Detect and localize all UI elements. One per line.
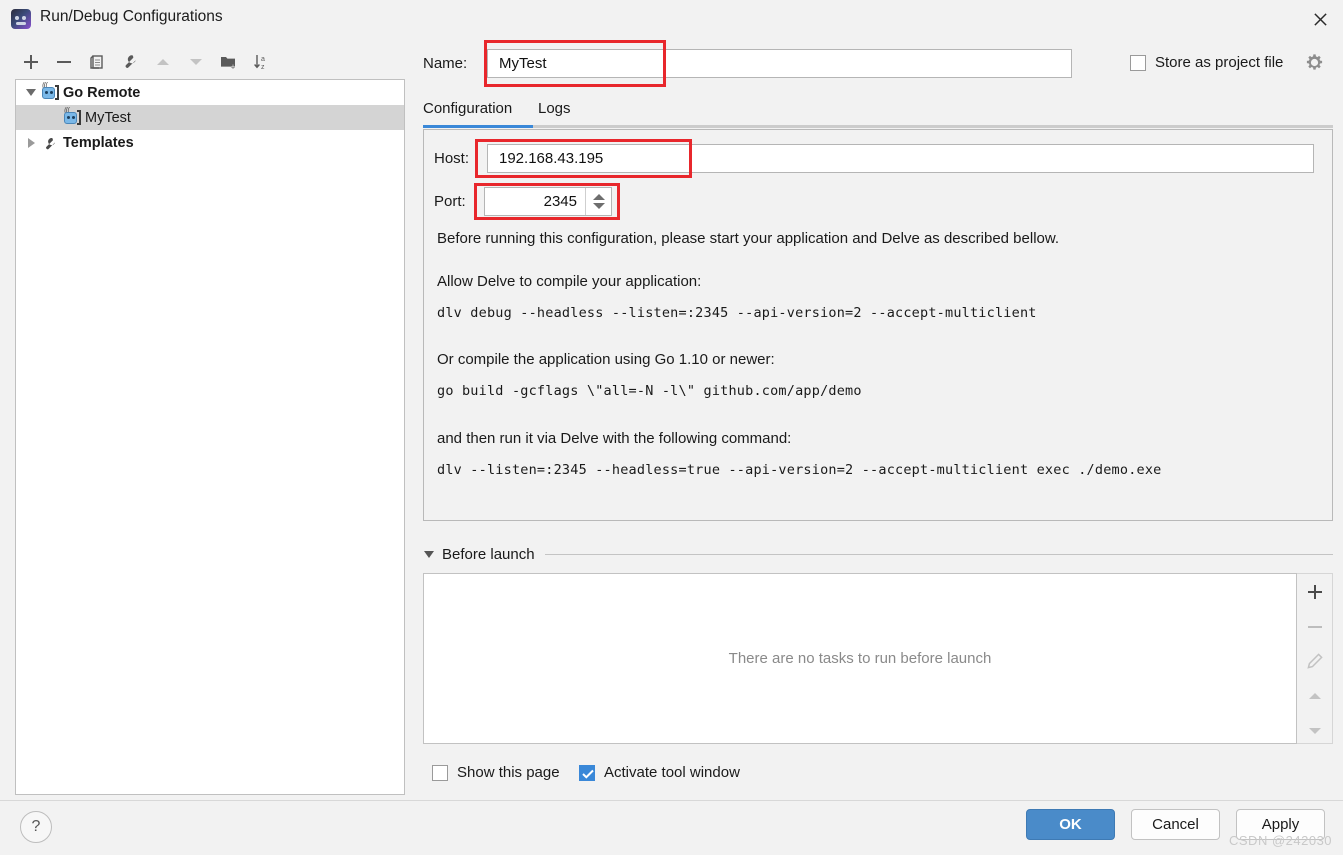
tree-item-label: Templates [63, 134, 134, 151]
before-launch-empty-message: There are no tasks to run before launch [728, 650, 992, 667]
expand-toggle-go-remote[interactable] [22, 80, 40, 105]
section3-title: and then run it via Delve with the follo… [437, 430, 792, 447]
ok-button[interactable]: OK [1026, 809, 1115, 840]
edit-task-button[interactable] [1300, 650, 1330, 674]
before-launch-title: Before launch [442, 546, 535, 563]
tab-bar-rule [533, 125, 1333, 128]
edit-templates-button[interactable] [113, 47, 146, 77]
wrench-icon [40, 133, 60, 153]
new-folder-button[interactable] [212, 47, 245, 77]
tab-bar: Configuration Logs [423, 100, 1333, 128]
go-remote-icon: ((( [40, 81, 60, 103]
gear-dropdown-icon[interactable] [1305, 53, 1324, 77]
before-launch-rule [544, 554, 1333, 555]
goland-icon [11, 9, 31, 29]
tree-item-templates[interactable]: Templates [16, 130, 404, 155]
before-launch-task-list[interactable]: There are no tasks to run before launch [423, 573, 1297, 744]
section1-title: Allow Delve to compile your application: [437, 273, 702, 290]
run-debug-configurations-dialog: Run/Debug Configurations a z (((Go Remo… [0, 0, 1343, 855]
activate-tool-window-label: Activate tool window [604, 764, 740, 781]
tree-item-label: Go Remote [63, 84, 141, 101]
svg-text:a: a [261, 56, 265, 63]
host-label: Host: [434, 150, 470, 167]
tree-item-mytest[interactable]: ((( MyTest [16, 105, 404, 130]
section2-command: go build -gcflags \"all=-N -l\" github.c… [437, 383, 862, 399]
intro-text: Before running this configuration, pleas… [437, 230, 1060, 247]
sort-configurations-button[interactable]: a z [245, 47, 278, 77]
name-label: Name: [423, 55, 468, 72]
title-bar: Run/Debug Configurations [0, 0, 1343, 38]
expand-toggle-templates[interactable] [22, 130, 40, 155]
copy-configuration-button[interactable] [80, 47, 113, 77]
move-up-button[interactable] [146, 47, 179, 77]
watermark: CSDN @242030 [1229, 833, 1333, 848]
move-task-up-button[interactable] [1300, 684, 1330, 708]
before-launch-collapse-toggle[interactable] [424, 551, 434, 558]
move-task-down-button[interactable] [1300, 719, 1330, 743]
close-icon[interactable] [1297, 0, 1343, 38]
add-task-button[interactable] [1300, 580, 1330, 604]
remove-task-button[interactable] [1300, 615, 1330, 639]
go-remote-icon: ((( [62, 106, 82, 128]
show-this-page-checkbox[interactable] [432, 765, 448, 781]
tree-item-go-remote[interactable]: ((( Go Remote [16, 80, 404, 105]
footer-divider [0, 800, 1343, 801]
show-this-page-label: Show this page [457, 764, 560, 781]
annotation-box-port-field [474, 183, 620, 220]
annotation-box-host-field [475, 139, 692, 178]
store-as-project-file-label: Store as project file [1155, 54, 1284, 71]
section1-command: dlv debug --headless --listen=:2345 --ap… [437, 305, 1037, 321]
window-title: Run/Debug Configurations [40, 8, 223, 25]
remove-configuration-button[interactable] [47, 47, 80, 77]
cancel-button[interactable]: Cancel [1131, 809, 1220, 840]
port-label: Port: [434, 193, 466, 210]
configurations-toolbar: a z [14, 46, 404, 78]
tab-logs[interactable]: Logs [538, 100, 571, 117]
configurations-tree: ((( Go Remote ((( MyTest Templates [15, 79, 405, 795]
annotation-box-name-field [484, 40, 666, 87]
tree-item-label: MyTest [85, 109, 131, 126]
move-down-button[interactable] [179, 47, 212, 77]
before-launch-header: Before launch [424, 546, 1333, 563]
help-button[interactable]: ? [20, 811, 52, 843]
before-launch-toolbar [1297, 573, 1333, 744]
section3-command: dlv --listen=:2345 --headless=true --api… [437, 462, 1162, 478]
activate-tool-window-checkbox[interactable] [579, 765, 595, 781]
tab-configuration[interactable]: Configuration [423, 100, 512, 117]
store-as-project-file-checkbox[interactable] [1130, 55, 1146, 71]
section2-title: Or compile the application using Go 1.10… [437, 351, 775, 368]
tab-active-indicator [423, 125, 533, 128]
add-configuration-button[interactable] [14, 47, 47, 77]
svg-text:z: z [261, 64, 265, 71]
